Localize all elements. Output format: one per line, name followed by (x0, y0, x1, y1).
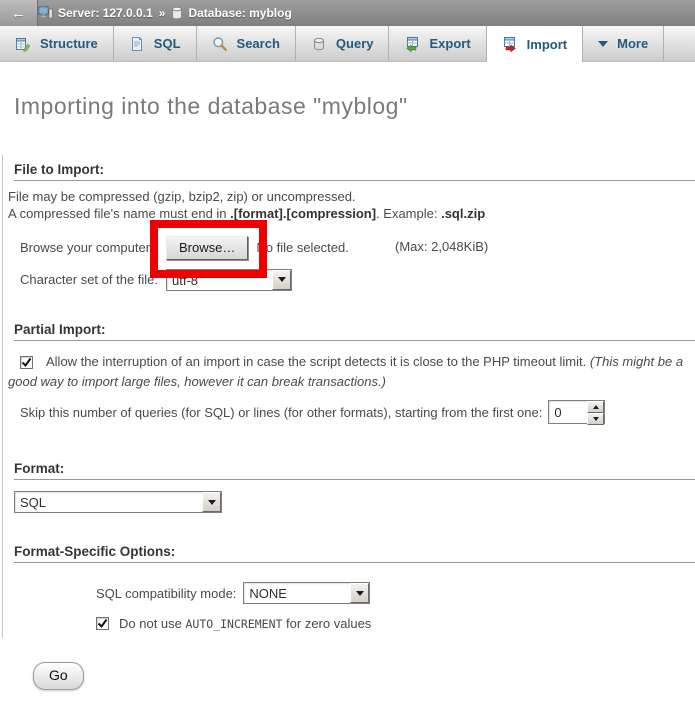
hint2-example: .sql.zip (441, 206, 485, 221)
tab-label: Query (336, 36, 374, 51)
charset-selected-value: utf-8 (167, 270, 272, 290)
section-heading-format-specific-options: Format-Specific Options: (14, 544, 695, 563)
structure-icon (15, 36, 31, 52)
tab-bar: Structure SQL Search Query Export (0, 26, 695, 62)
hint2-mid: . Example: (376, 206, 441, 221)
hint2-prefix: A compressed file's name must end in (8, 206, 230, 221)
allow-interruption-row: Allow the interruption of an import in c… (8, 352, 685, 392)
section-heading-file-to-import: File to Import: (14, 162, 695, 181)
tab-structure[interactable]: Structure (0, 26, 114, 61)
tab-query[interactable]: Query (296, 26, 390, 61)
charset-label: Character set of the file: (20, 272, 166, 287)
spinner-up-icon (593, 402, 599, 409)
chevron-down-icon (598, 41, 608, 52)
breadcrumb-bar: ← Server: 127.0.0.1 » Database: myblog (0, 0, 695, 26)
tab-import[interactable]: Import (487, 26, 583, 62)
auto-increment-checkbox[interactable] (96, 617, 109, 630)
breadcrumb-database[interactable]: Database: myblog (188, 6, 291, 20)
format-select[interactable]: SQL (14, 491, 222, 513)
spinner-down-icon (593, 417, 599, 424)
hint2-format-pattern: .[format].[compression] (230, 206, 376, 221)
compression-hint-line2: A compressed file's name must end in .[f… (8, 205, 695, 222)
browse-your-computer-label: Browse your computer: (20, 240, 166, 255)
section-heading-format: Format: (14, 461, 695, 480)
tab-label: SQL (154, 36, 181, 51)
charset-select[interactable]: utf-8 (166, 269, 292, 291)
allow-interruption-label[interactable]: Allow the interruption of an import in c… (46, 354, 590, 369)
section-heading-partial-import: Partial Import: (14, 322, 695, 341)
breadcrumb-separator: » (159, 6, 166, 20)
content-left-border (2, 155, 3, 638)
auto-increment-suffix: for zero values (282, 616, 371, 631)
tab-more[interactable]: More (583, 26, 664, 61)
export-icon (404, 36, 420, 52)
skip-queries-input[interactable]: 0 (548, 400, 605, 424)
dropdown-arrow-icon[interactable] (272, 270, 291, 290)
auto-increment-code: AUTO_INCREMENT (186, 617, 283, 631)
sql-compatibility-value: NONE (244, 583, 350, 603)
format-selected-value: SQL (15, 492, 202, 512)
search-icon (212, 36, 228, 52)
server-icon (38, 6, 53, 20)
go-button[interactable]: Go (33, 662, 84, 690)
auto-increment-label[interactable]: Do not use AUTO_INCREMENT for zero value… (119, 616, 371, 631)
tab-label: More (617, 36, 648, 51)
page-title: Importing into the database "myblog" (14, 93, 695, 120)
skip-queries-label: Skip this number of queries (for SQL) or… (20, 405, 542, 420)
dropdown-arrow-icon[interactable] (350, 583, 369, 603)
phpmyadmin-import-page: ← Server: 127.0.0.1 » Database: myblog S… (0, 0, 695, 716)
skip-queries-value: 0 (549, 401, 587, 423)
sql-compatibility-select[interactable]: NONE (243, 582, 370, 604)
allow-interruption-checkbox[interactable] (20, 356, 33, 369)
skip-queries-row: Skip this number of queries (for SQL) or… (20, 400, 695, 424)
spinner-down-button[interactable] (587, 413, 604, 425)
breadcrumb-server[interactable]: Server: 127.0.0.1 (58, 6, 153, 20)
tab-label: Structure (40, 36, 98, 51)
no-file-selected-text: No file selected. (256, 240, 349, 255)
max-upload-size-text: (Max: 2,048KiB) (395, 239, 488, 254)
back-arrow-icon: ← (11, 5, 26, 22)
tab-label: Import (527, 37, 567, 52)
back-button[interactable]: ← (0, 0, 38, 26)
import-content: Importing into the database "myblog" Fil… (0, 93, 695, 690)
spinner-up-button[interactable] (587, 401, 604, 413)
format-row: SQL (14, 491, 695, 513)
compression-hint-line1: File may be compressed (gzip, bzip2, zip… (8, 188, 695, 205)
import-icon (502, 36, 518, 52)
tab-sql[interactable]: SQL (114, 26, 197, 61)
tab-label: Search (237, 36, 280, 51)
dropdown-arrow-icon[interactable] (202, 492, 221, 512)
query-icon (311, 36, 327, 52)
auto-increment-row: Do not use AUTO_INCREMENT for zero value… (96, 616, 695, 631)
go-row: Go (33, 662, 695, 690)
auto-increment-prefix: Do not use (119, 616, 186, 631)
tab-label: Export (429, 36, 470, 51)
charset-row: Character set of the file: utf-8 (20, 268, 695, 291)
tab-export[interactable]: Export (389, 26, 486, 61)
browse-button[interactable]: Browse… (166, 236, 248, 260)
sql-compatibility-row: SQL compatibility mode: NONE (96, 581, 695, 605)
sql-compatibility-label: SQL compatibility mode: (96, 586, 236, 601)
tab-search[interactable]: Search (197, 26, 296, 61)
sql-icon (129, 36, 145, 52)
database-icon (171, 6, 183, 20)
browse-row: Browse your computer: Browse… No file se… (20, 235, 695, 260)
